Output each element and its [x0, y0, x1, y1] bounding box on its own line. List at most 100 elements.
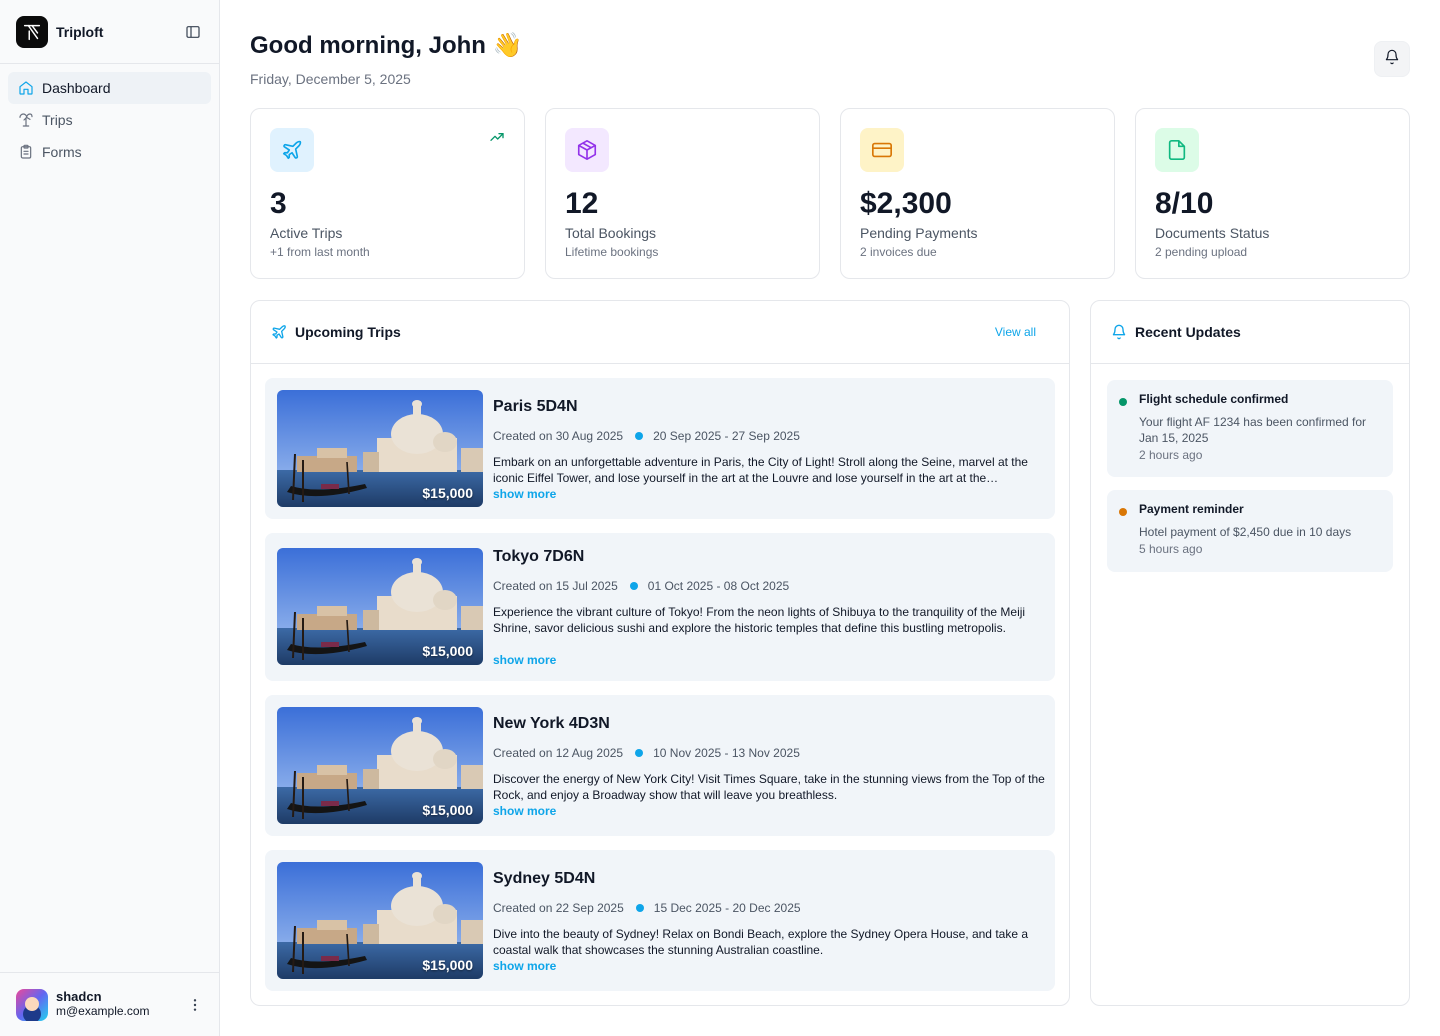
trip-description: Experience the vibrant culture of Tokyo!… [493, 605, 1026, 635]
stat-value: $2,300 [860, 187, 952, 220]
user-email: m@example.com [56, 1004, 150, 1019]
trip-title: Paris 5D4N [493, 398, 578, 415]
plane-icon [270, 128, 314, 172]
stat-label: Pending Payments [860, 225, 978, 241]
panel-title: Upcoming Trips [295, 324, 401, 340]
file-icon [1155, 128, 1199, 172]
trip-card-tokyo[interactable]: $15,000 Tokyo 7D6N Created on 15 Jul 202… [265, 533, 1055, 681]
trip-card-paris[interactable]: $15,000 Paris 5D4N Created on 30 Aug 202… [265, 378, 1055, 519]
stat-label: Documents Status [1155, 225, 1270, 241]
trip-created: Created on 22 Sep 2025 [493, 901, 624, 915]
trip-created: Created on 30 Aug 2025 [493, 429, 624, 443]
update-time: 5 hours ago [1139, 542, 1203, 556]
update-title: Payment reminder [1139, 502, 1244, 516]
trip-meta: Created on 22 Sep 2025 15 Dec 2025 - 20 … [493, 901, 801, 915]
stat-card-documents-status: 8/10 Documents Status 2 pending upload [1135, 108, 1410, 279]
trip-price: $15,000 [422, 643, 473, 659]
trip-dates: 15 Dec 2025 - 20 Dec 2025 [653, 901, 801, 915]
panel-header: Upcoming Trips View all [251, 301, 1069, 364]
trip-card-sydney[interactable]: $15,000 Sydney 5D4N Created on 22 Sep 20… [265, 850, 1055, 991]
palm-tree-icon [18, 112, 34, 128]
update-item[interactable]: Flight schedule confirmed Your flight AF… [1107, 380, 1393, 477]
panel-title: Recent Updates [1135, 324, 1241, 340]
user-block[interactable]: shadcn m@example.com [0, 972, 219, 1036]
view-all-link[interactable]: View all [995, 325, 1036, 339]
sidebar-nav: Dashboard Trips Forms [0, 64, 219, 176]
sidebar-toggle-icon[interactable] [183, 22, 203, 42]
sidebar-item-label: Dashboard [42, 80, 111, 96]
show-more-link[interactable]: show more [493, 804, 556, 818]
update-text: Your flight AF 1234 has been confirmed f… [1139, 415, 1367, 445]
separator-dot [635, 749, 644, 757]
trip-title: New York 4D3N [493, 715, 610, 732]
trip-price: $15,000 [422, 957, 473, 973]
package-icon [565, 128, 609, 172]
stat-subtext: 2 invoices due [860, 245, 937, 259]
stat-label: Active Trips [270, 225, 343, 241]
trip-image: $15,000 [277, 862, 483, 979]
panel-header: Recent Updates [1091, 301, 1409, 364]
stat-value: 8/10 [1155, 187, 1214, 220]
stat-card-total-bookings: 12 Total Bookings Lifetime bookings [545, 108, 820, 279]
trip-description: Embark on an unforgettable adventure in … [493, 455, 1028, 485]
show-more-link[interactable]: show more [493, 959, 556, 973]
user-info: shadcn m@example.com [56, 989, 150, 1019]
recent-updates-panel: Recent Updates Flight schedule confirmed… [1090, 300, 1410, 1006]
trip-image: $15,000 [277, 390, 483, 507]
separator-dot [629, 582, 638, 590]
notifications-button[interactable] [1374, 41, 1410, 77]
trip-image: $15,000 [277, 707, 483, 824]
trip-title: Tokyo 7D6N [493, 548, 585, 565]
show-more-link[interactable]: show more [493, 487, 556, 501]
trip-price: $15,000 [422, 485, 473, 501]
show-more-link[interactable]: show more [493, 653, 556, 667]
trip-description: Discover the energy of New York City! Vi… [493, 772, 1045, 802]
trip-card-new-york[interactable]: $15,000 New York 4D3N Created on 12 Aug … [265, 695, 1055, 836]
update-title: Flight schedule confirmed [1139, 392, 1289, 406]
status-dot [1119, 398, 1127, 406]
stat-value: 12 [565, 187, 599, 220]
clipboard-icon [18, 144, 34, 160]
sidebar-item-trips[interactable]: Trips [8, 104, 211, 136]
brand-name: Triploft [56, 23, 104, 40]
sidebar-item-label: Forms [42, 144, 82, 160]
separator-dot [635, 432, 644, 440]
main-content: Good morning, John 👋 Friday, December 5,… [220, 0, 1440, 1036]
trip-dates: 10 Nov 2025 - 13 Nov 2025 [653, 746, 800, 760]
stat-subtext: 2 pending upload [1155, 245, 1248, 259]
avatar [16, 988, 48, 1021]
update-time: 2 hours ago [1139, 448, 1203, 462]
plane-icon [271, 324, 287, 340]
trip-meta: Created on 30 Aug 2025 20 Sep 2025 - 27 … [493, 429, 800, 443]
sidebar-item-dashboard[interactable]: Dashboard [8, 72, 211, 104]
stat-subtext: +1 from last month [270, 245, 370, 259]
trip-description: Dive into the beauty of Sydney! Relax on… [493, 927, 1029, 957]
home-icon [18, 80, 34, 96]
trip-image: $15,000 [277, 548, 483, 665]
page-title: Good morning, John 👋 [250, 32, 523, 59]
stat-subtext: Lifetime bookings [565, 245, 659, 259]
sidebar-item-forms[interactable]: Forms [8, 136, 211, 168]
stat-card-active-trips: 3 Active Trips +1 from last month [250, 108, 525, 279]
stat-card-pending-payments: $2,300 Pending Payments 2 invoices due [840, 108, 1115, 279]
current-date: Friday, December 5, 2025 [250, 71, 411, 87]
user-name: shadcn [56, 989, 102, 1005]
sidebar: Triploft Dashboard Trips Forms shadcn m@… [0, 0, 220, 1036]
trip-meta: Created on 15 Jul 2025 01 Oct 2025 - 08 … [493, 579, 789, 593]
credit-card-icon [860, 128, 904, 172]
trip-created: Created on 12 Aug 2025 [493, 746, 624, 760]
more-vertical-icon[interactable] [187, 997, 203, 1013]
trip-dates: 01 Oct 2025 - 08 Oct 2025 [647, 579, 790, 593]
status-dot [1119, 508, 1127, 516]
trending-up-icon [489, 129, 505, 145]
update-text: Hotel payment of $2,450 due in 10 days [1139, 525, 1352, 539]
trip-meta: Created on 12 Aug 2025 10 Nov 2025 - 13 … [493, 746, 800, 760]
bell-icon [1384, 49, 1400, 70]
brand-logo[interactable] [16, 15, 48, 48]
update-item[interactable]: Payment reminder Hotel payment of $2,450… [1107, 490, 1393, 572]
trip-created: Created on 15 Jul 2025 [493, 579, 618, 593]
stat-value: 3 [270, 187, 287, 220]
stat-label: Total Bookings [565, 225, 657, 241]
upcoming-trips-panel: Upcoming Trips View all $15,000 Paris 5D… [250, 300, 1070, 1006]
separator-dot [635, 904, 644, 912]
